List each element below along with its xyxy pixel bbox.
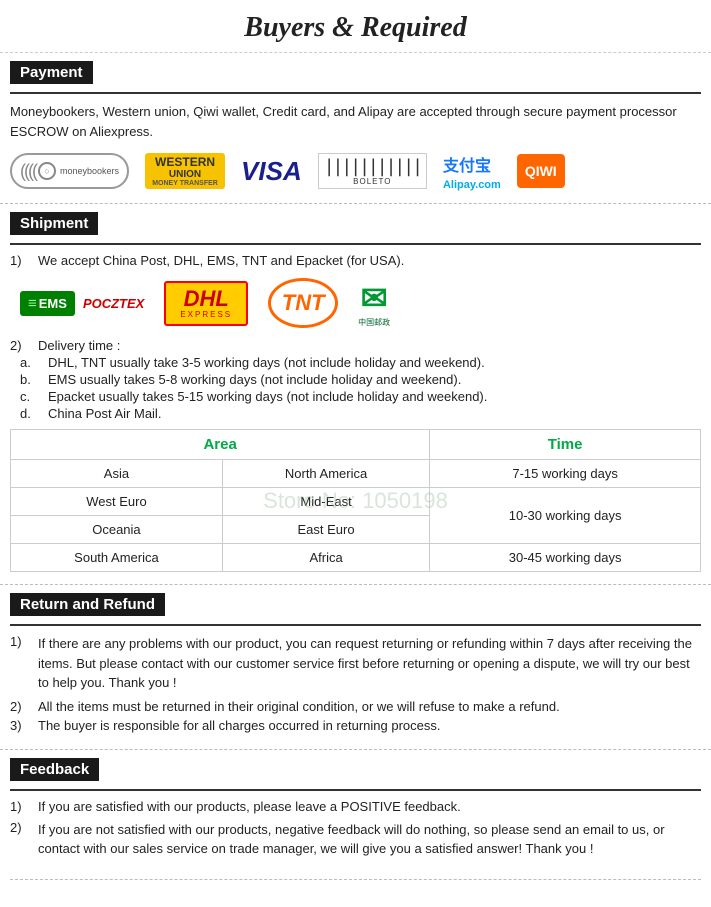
moneybookers-logo: (((( ○ moneybookers [10,153,129,189]
table-row: West Euro Mid-East 10-30 working days [11,488,701,516]
ems-logo: ≡ EMS POCZTEX [20,291,144,316]
page-header: Buyers & Required [0,0,711,53]
table-row: Asia North America 7-15 working days [11,460,701,488]
payment-section: Payment Moneybookers, Western union, Qiw… [0,53,711,204]
page-wrapper: Buyers & Required Payment Moneybookers, … [0,0,711,907]
return-item-1: 1) If there are any problems with our pr… [10,634,701,693]
feedback-item-2: 2) If you are not satisfied with our pro… [10,820,701,859]
delivery-table-wrapper: Store No: 1050198 Area Time Asia North A… [10,429,701,572]
dhl-logo: DHL EXPRESS [164,281,248,326]
payment-title: Payment [10,61,93,84]
ems-badge: ≡ EMS [20,291,75,316]
return-item-3: 3) The buyer is responsible for all char… [10,718,701,733]
col-time: Time [430,430,701,460]
table-row: South America Africa 30-45 working days [11,544,701,572]
payment-logos: (((( ○ moneybookers WESTERN UNION MONEY … [10,151,701,191]
feedback-item-1: 1) If you are satisfied with our product… [10,799,701,814]
shipping-logos: ≡ EMS POCZTEX DHL EXPRESS TNT ✉ 中国邮政 [10,278,701,328]
shipment-section: Shipment 1) We accept China Post, DHL, E… [0,204,711,585]
delivery-time-header: 2) Delivery time : [10,338,701,353]
alipay-logo: 支付宝Alipay.com [443,151,501,191]
return-item-2: 2) All the items must be returned in the… [10,699,701,714]
delivery-c: c. Epacket usually takes 5-15 working da… [10,389,701,404]
shipment-item-1: 1) We accept China Post, DHL, EMS, TNT a… [10,253,701,268]
delivery-d: d. China Post Air Mail. [10,406,701,421]
boleto-logo: ||||||||||| BOLETO [318,153,427,189]
shipment-title: Shipment [10,212,98,235]
payment-description: Moneybookers, Western union, Qiwi wallet… [10,102,701,141]
qiwi-logo: QIWI [517,154,565,188]
western-union-logo: WESTERN UNION MONEY TRANSFER [145,153,225,189]
tnt-logo: TNT [268,278,338,328]
bottom-divider [10,879,701,880]
page-title: Buyers & Required [0,12,711,44]
return-section: Return and Refund 1) If there are any pr… [0,585,711,750]
feedback-section: Feedback 1) If you are satisfied with ou… [0,750,711,879]
col-area: Area [11,430,430,460]
feedback-title: Feedback [10,758,99,781]
return-title: Return and Refund [10,593,165,616]
visa-logo: VISA [241,151,302,191]
delivery-a: a. DHL, TNT usually take 3-5 working day… [10,355,701,370]
delivery-b: b. EMS usually takes 5-8 working days (n… [10,372,701,387]
chinapost-logo: ✉ 中国邮政 [358,279,390,328]
delivery-table: Area Time Asia North America 7-15 workin… [10,429,701,572]
